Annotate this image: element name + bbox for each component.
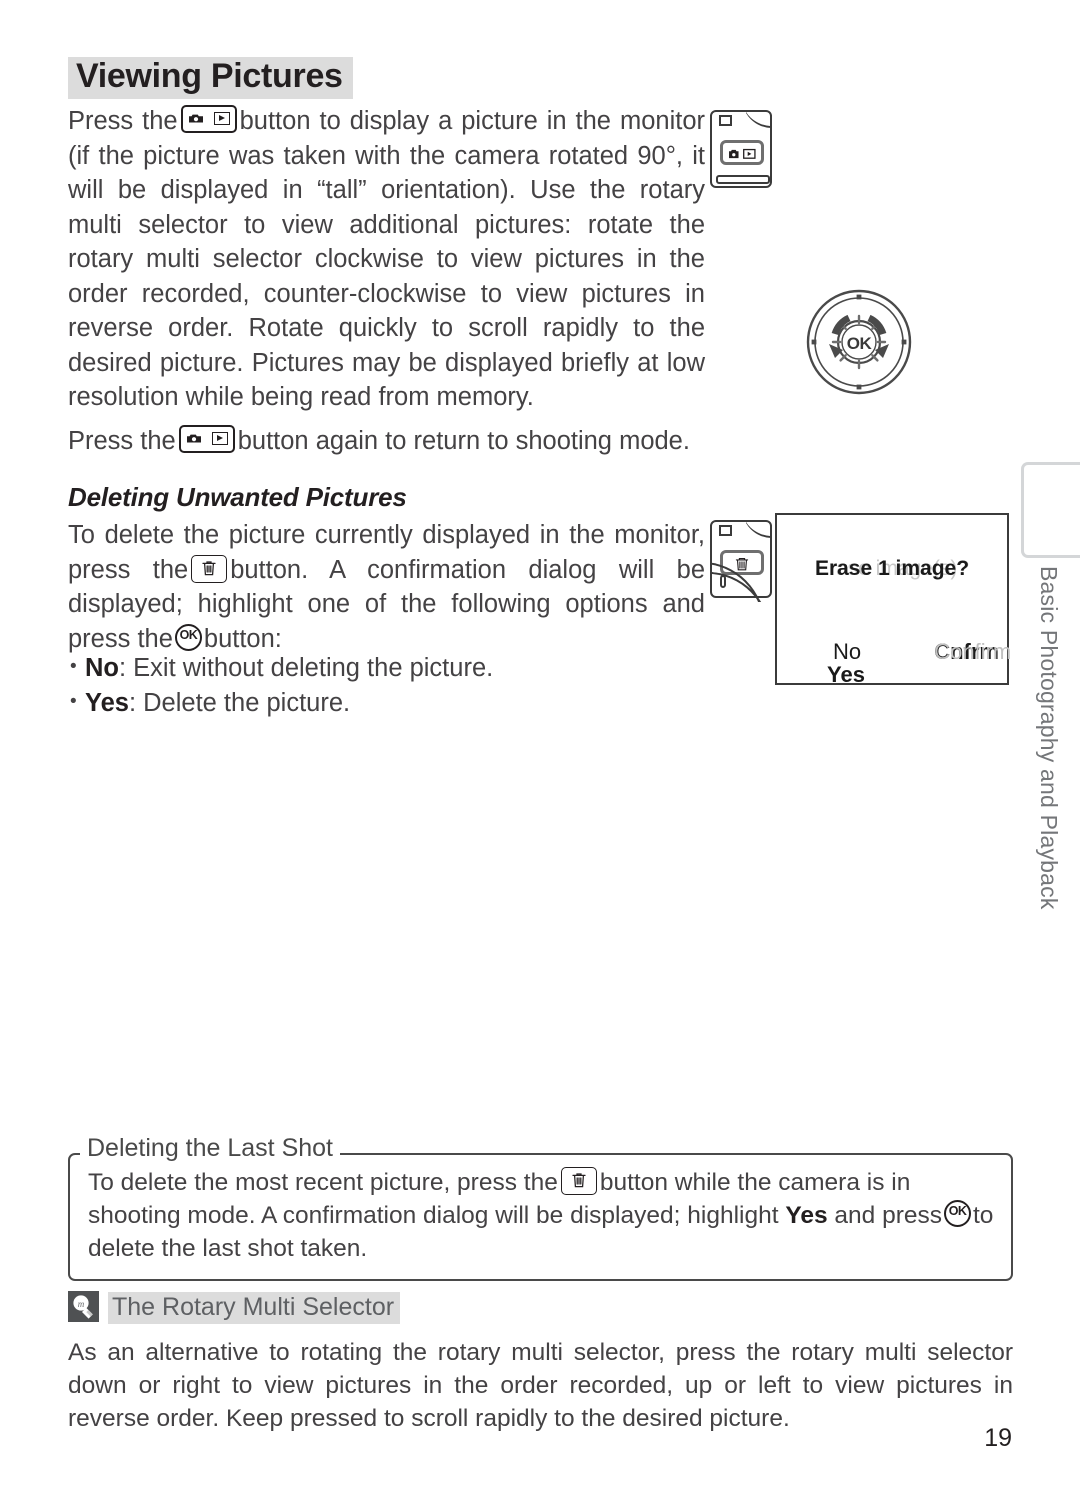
dialog-prompt-main: Erase 1 image? bbox=[814, 557, 970, 580]
return-shooting-paragraph: Press the button again to return to shoot… bbox=[68, 424, 748, 459]
playback-button-glyphs bbox=[729, 148, 756, 159]
svg-text:OK: OK bbox=[847, 334, 873, 353]
ok-button-icon: OK bbox=[174, 623, 202, 651]
lightbulb-icon: m bbox=[68, 1291, 99, 1322]
camera-corner-fold-2 bbox=[746, 522, 770, 538]
chapter-tab-label: Basic Photography and Playback bbox=[1036, 566, 1062, 910]
camera-back-playback-figure bbox=[710, 110, 772, 188]
page-number: 19 bbox=[984, 1424, 1012, 1452]
camera-notch bbox=[719, 115, 732, 126]
subsection-title: Deleting Unwanted Pictures bbox=[68, 482, 407, 512]
tip-body: As an alternative to rotating the rotary… bbox=[68, 1339, 1013, 1432]
dialog-option-yes[interactable]: Yes bbox=[827, 662, 865, 688]
option-label-yes: Yes bbox=[85, 688, 129, 717]
camera-glyph bbox=[186, 434, 201, 443]
intro-paragraph-body: button to display a picture in the monit… bbox=[68, 107, 705, 411]
delete-instructions-part3: button: bbox=[203, 624, 282, 653]
option-label-no: No bbox=[85, 654, 119, 682]
trash-glyph bbox=[202, 560, 216, 575]
note-box-title: Deleting the Last Shot bbox=[80, 1134, 340, 1163]
play-glyph bbox=[213, 112, 230, 125]
option-desc-yes: : Delete the picture. bbox=[128, 688, 351, 717]
delete-button-icon-2 bbox=[560, 1167, 597, 1195]
option-desc-no: : Exit without deleting the picture. bbox=[119, 654, 494, 682]
note-box-body: To delete the most recent picture, press… bbox=[88, 1166, 995, 1265]
tip-title: The Rotary Multi Selector bbox=[108, 1292, 401, 1324]
camera-notch-2 bbox=[719, 525, 732, 536]
playback-button-icon-2 bbox=[178, 425, 235, 453]
note-body-part1: To delete the most recent picture, press… bbox=[88, 1169, 558, 1196]
intro-paragraph-lead: Press the bbox=[68, 107, 178, 135]
manual-page: Viewing Pictures Press the button to disp… bbox=[0, 0, 1080, 1486]
camera-bottom-rail bbox=[716, 175, 770, 184]
list-item-yes: Yes: Delete the picture. bbox=[68, 685, 705, 721]
dialog-prompt: Erase image(s)? Erase 1 image? bbox=[777, 557, 1007, 583]
rotary-multi-selector-figure: OK bbox=[805, 288, 913, 396]
note-body-part3: and press bbox=[834, 1202, 942, 1229]
intro-paragraph: Press the button to display a picture in … bbox=[68, 104, 705, 415]
playback-button-on-camera bbox=[720, 140, 764, 165]
camera-back-delete-figure bbox=[710, 520, 772, 598]
chapter-tab-marker bbox=[1021, 462, 1080, 558]
page-title: Viewing Pictures bbox=[68, 57, 353, 99]
camera-corner-fold bbox=[746, 112, 770, 128]
dialog-confirm-ghost: Confirm bbox=[934, 639, 1012, 664]
camera-thumb-tick bbox=[720, 575, 726, 588]
monitor-confirmation-dialog: Erase image(s)? Erase 1 image? No Yes Co… bbox=[775, 513, 1011, 688]
camera-glyph bbox=[188, 114, 203, 123]
playback-button-icon bbox=[180, 105, 237, 133]
ok-glyph-label-2: OK bbox=[948, 1204, 967, 1218]
note-body-bold-yes: Yes bbox=[785, 1202, 828, 1229]
delete-button-icon bbox=[191, 554, 228, 583]
delete-instructions-paragraph: To delete the picture currently displaye… bbox=[68, 518, 705, 656]
delete-options-list: No: Exit without deleting the picture. Y… bbox=[68, 650, 705, 721]
play-glyph bbox=[211, 432, 228, 445]
return-paragraph-lead: Press the bbox=[68, 427, 176, 455]
ok-button-icon-2: OK bbox=[944, 1200, 971, 1227]
ok-glyph-label: OK bbox=[179, 627, 198, 642]
return-paragraph-body: button again to return to shooting mode. bbox=[237, 427, 690, 455]
list-item-no: No: Exit without deleting the picture. bbox=[68, 650, 705, 686]
svg-text:m: m bbox=[78, 1299, 85, 1309]
trash-glyph-2 bbox=[572, 1173, 586, 1188]
rotary-dial-graphic: OK bbox=[806, 289, 912, 395]
lightbulb-glyph: m bbox=[73, 1295, 93, 1319]
dialog-confirm-label[interactable]: Confirm Cnfrm bbox=[934, 639, 1011, 665]
